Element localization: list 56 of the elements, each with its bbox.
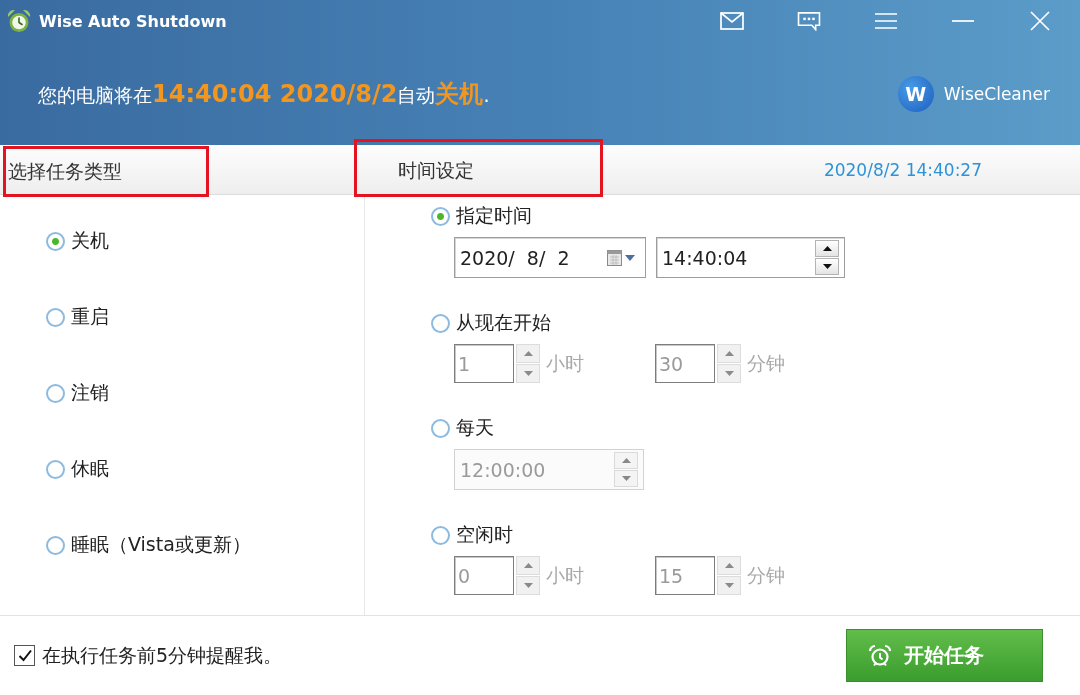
unit-label: 小时 bbox=[546, 562, 584, 588]
alarm-clock-icon bbox=[7, 9, 31, 33]
down-triangle-icon bbox=[724, 583, 734, 588]
down-triangle-icon bbox=[523, 371, 533, 376]
chat-bubble-icon[interactable] bbox=[797, 11, 821, 31]
unit-label: 分钟 bbox=[747, 350, 785, 376]
spin-up-button[interactable] bbox=[815, 240, 839, 257]
down-triangle-icon bbox=[523, 583, 533, 588]
close-icon[interactable] bbox=[1028, 11, 1052, 31]
option-label[interactable]: 休眠 bbox=[71, 456, 109, 482]
radio-button[interactable] bbox=[431, 206, 450, 226]
option-label[interactable]: 注销 bbox=[71, 380, 109, 406]
alarm-clock-icon bbox=[868, 643, 892, 668]
down-triangle-icon bbox=[621, 476, 631, 481]
time-field[interactable]: 14:40:04 bbox=[656, 237, 845, 278]
option-label[interactable]: 重启 bbox=[71, 304, 109, 330]
current-time: 2020/8/2 14:40:27 bbox=[823, 159, 982, 180]
radio-button[interactable] bbox=[46, 307, 65, 327]
up-triangle-icon bbox=[523, 563, 533, 568]
caret-icon[interactable] bbox=[625, 254, 635, 261]
spin-down-button[interactable] bbox=[815, 258, 839, 275]
unit-label: 小时 bbox=[546, 350, 584, 376]
section-title: 时间设定 bbox=[354, 139, 603, 197]
brand-name: WiseCleaner bbox=[943, 83, 1050, 104]
radio-button[interactable] bbox=[46, 535, 65, 555]
brand-logo: W bbox=[897, 75, 934, 112]
reminder-label[interactable]: 在执行任务前5分钟提醒我。 bbox=[42, 642, 283, 669]
option-label[interactable]: 指定时间 bbox=[456, 203, 532, 229]
reminder-checkbox[interactable] bbox=[14, 645, 35, 666]
menu-icon[interactable] bbox=[874, 11, 898, 31]
calendar-icon[interactable] bbox=[607, 249, 622, 266]
option-label[interactable]: 睡眠（Vista或更新） bbox=[71, 532, 251, 558]
radio-button[interactable] bbox=[46, 231, 65, 251]
shutdown-message: 您的电脑将在14:40:04 2020/8/2自动关机. bbox=[38, 78, 490, 110]
up-triangle-icon bbox=[822, 246, 832, 251]
up-triangle-icon bbox=[724, 563, 734, 568]
radio-button[interactable] bbox=[431, 525, 450, 545]
checkmark-icon bbox=[17, 649, 32, 662]
up-triangle-icon bbox=[621, 458, 631, 463]
radio-button[interactable] bbox=[46, 459, 65, 479]
unit-label: 分钟 bbox=[747, 562, 785, 588]
option-label[interactable]: 每天 bbox=[456, 415, 494, 441]
radio-button[interactable] bbox=[431, 313, 450, 333]
option-label[interactable]: 从现在开始 bbox=[456, 310, 551, 336]
envelope-icon[interactable] bbox=[720, 11, 744, 31]
down-triangle-icon bbox=[724, 371, 734, 376]
up-triangle-icon bbox=[523, 351, 533, 356]
date-field[interactable]: 2020/ 8/ 2 bbox=[454, 237, 646, 278]
window-title: Wise Auto Shutdown bbox=[39, 11, 227, 31]
radio-button[interactable] bbox=[431, 418, 450, 438]
option-label[interactable]: 关机 bbox=[71, 228, 109, 254]
section-title: 选择任务类型 bbox=[3, 146, 209, 197]
option-label[interactable]: 空闲时 bbox=[456, 522, 513, 548]
down-triangle-icon bbox=[822, 264, 832, 269]
radio-button[interactable] bbox=[46, 383, 65, 403]
up-triangle-icon bbox=[724, 351, 734, 356]
